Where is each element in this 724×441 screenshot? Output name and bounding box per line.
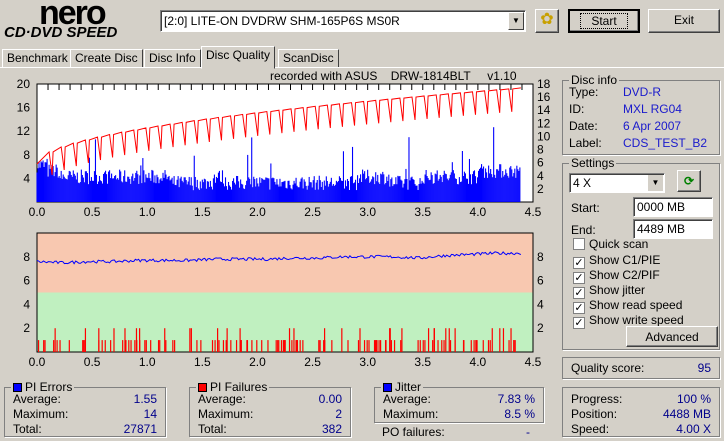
jitter-legend-swatch (383, 383, 392, 392)
y-tick-label: 16 (17, 101, 31, 115)
pi-failures-group: PI Failures Average: 0.00 Maximum: 2 Total… (189, 380, 351, 437)
pif-legend-swatch (198, 383, 207, 392)
x-tick-label: 2.0 (249, 355, 266, 369)
x-tick-label: 4.5 (525, 205, 542, 219)
quick-scan-checkbox[interactable]: Quick scan (573, 237, 648, 252)
y-tick-label: 2 (23, 321, 30, 335)
tab-disc-info[interactable]: Disc Info (144, 49, 201, 68)
x-tick-label: 0.5 (84, 355, 101, 369)
jitter-group: Jitter Average: 7.83 % Maximum: 8.5 % (374, 380, 544, 423)
x-tick-label: 4.0 (470, 355, 487, 369)
start-button[interactable]: Start (568, 9, 640, 33)
y2-tick-label: 12 (537, 116, 551, 130)
progress-group: Progress: 100 % Position: 4488 MB Speed: 4.… (562, 387, 720, 437)
y2-tick-label: 6 (537, 156, 544, 170)
speed-select[interactable]: 4 X ▼ (569, 173, 665, 193)
show-read-speed-checkbox[interactable]: ✓ Show read speed (573, 298, 682, 314)
y2-tick-label: 8 (537, 143, 544, 157)
x-tick-label: 2.0 (249, 205, 266, 219)
show-jitter-checkbox[interactable]: ✓ Show jitter (573, 283, 645, 299)
y-tick-label: 4 (23, 297, 30, 311)
y2-tick-label: 6 (537, 274, 544, 288)
x-tick-label: 2.5 (304, 205, 321, 219)
show-pie-checkbox[interactable]: ✓ Show C1/PIE (573, 253, 660, 269)
tab-benchmark[interactable]: Benchmark (2, 49, 73, 68)
x-tick-label: 0.5 (84, 205, 101, 219)
y2-tick-label: 2 (537, 182, 544, 196)
drive-options-button[interactable]: ✿ (535, 9, 559, 33)
nero-logo: nero CD·DVD SPEED (4, 0, 118, 41)
y2-tick-label: 8 (537, 250, 544, 264)
x-tick-label: 3.0 (359, 355, 376, 369)
settings-group: Settings 4 X ▼ ⟳ Start: 0000 MB End: 448… (562, 156, 720, 350)
show-pif-checkbox[interactable]: ✓ Show C2/PIF (573, 268, 660, 284)
x-tick-label: 0.0 (29, 355, 46, 369)
advanced-button[interactable]: Advanced (626, 326, 718, 347)
y2-tick-label: 4 (537, 169, 544, 183)
x-tick-label: 3.0 (359, 205, 376, 219)
y-tick-label: 8 (23, 148, 30, 162)
x-tick-label: 1.5 (194, 355, 211, 369)
y2-tick-label: 4 (537, 297, 544, 311)
y-tick-label: 12 (17, 124, 31, 138)
y2-tick-label: 2 (537, 321, 544, 335)
y-tick-label: 20 (17, 77, 31, 91)
start-input[interactable]: 0000 MB (633, 197, 713, 217)
x-tick-label: 1.0 (139, 205, 156, 219)
exit-button[interactable]: Exit (648, 9, 720, 33)
drive-select[interactable]: [2:0] LITE-ON DVDRW SHM-165P6S MS0R ▼ (160, 10, 526, 32)
y2-tick-label: 18 (537, 77, 551, 91)
y-tick-label: 4 (23, 171, 30, 185)
x-tick-label: 0.0 (29, 205, 46, 219)
refresh-button[interactable]: ⟳ (677, 170, 701, 192)
y2-tick-label: 10 (537, 129, 551, 143)
y2-tick-label: 14 (537, 103, 551, 117)
charts: 0.0 0.0 0.5 0.5 1.0 1.0 1.5 1.5 2.0 2.0 2.5 2.5 3.0 3… (17, 77, 551, 369)
x-tick-label: 4.0 (470, 205, 487, 219)
disc-info-group: Disc info Type: DVD-R ID: MXL RG04 Date: 6 … (562, 73, 720, 155)
tab-panel-border (0, 67, 724, 68)
jitter-bad-zone (37, 233, 533, 293)
pie-legend-swatch (13, 383, 22, 392)
x-tick-label: 3.5 (414, 205, 431, 219)
y-tick-label: 6 (23, 274, 30, 288)
x-tick-label: 1.0 (139, 355, 156, 369)
x-tick-label: 4.5 (525, 355, 542, 369)
y-tick-label: 8 (23, 250, 30, 264)
tab-disc-quality[interactable]: Disc Quality (201, 46, 276, 69)
tab-create-disc[interactable]: Create Disc (70, 49, 143, 68)
x-tick-label: 3.5 (414, 355, 431, 369)
quality-score-box: Quality score: 95 (562, 357, 720, 379)
pi-errors-group: PI Errors Average: 1.55 Maximum: 14 Total:… (4, 380, 166, 437)
x-tick-label: 2.5 (304, 355, 321, 369)
chevron-down-icon[interactable]: ▼ (648, 175, 663, 191)
refresh-icon: ⟳ (683, 174, 695, 188)
tab-scandisc[interactable]: ScanDisc (278, 49, 339, 68)
po-failures: PO failures: - (382, 425, 530, 439)
y2-tick-label: 16 (537, 90, 551, 104)
gear-icon: ✿ (540, 11, 554, 28)
end-input[interactable]: 4489 MB (633, 219, 713, 239)
x-tick-label: 1.5 (194, 205, 211, 219)
chevron-down-icon[interactable]: ▼ (508, 12, 524, 30)
